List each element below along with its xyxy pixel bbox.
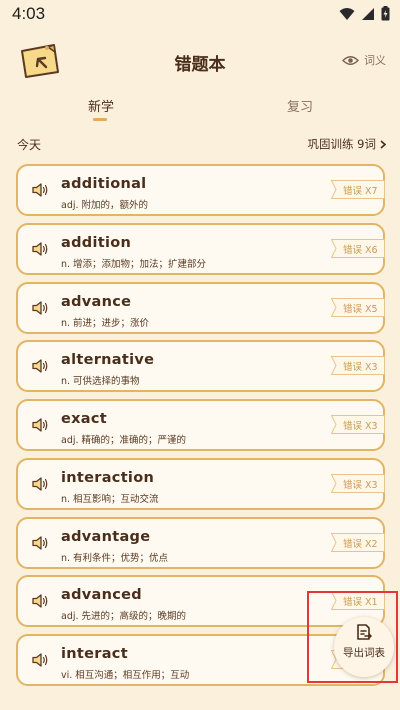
word-text: advantage [61, 528, 151, 545]
word-text: additional [61, 176, 147, 192]
speaker-icon[interactable] [31, 417, 49, 433]
speaker-icon[interactable] [31, 593, 49, 609]
battery-icon [381, 6, 390, 21]
meaning-toggle[interactable]: 词义 [342, 52, 386, 68]
signal-icon [362, 7, 374, 20]
export-label: 导出词表 [343, 647, 385, 659]
speaker-icon[interactable] [31, 241, 49, 257]
date-label: 今天 [17, 138, 42, 152]
error-count-tag: 错误 X7 [331, 180, 385, 199]
word-card[interactable]: addition n. 增添；添加物；加法；扩建部分 错误 X6 [16, 222, 385, 275]
page-title: 错题本 [174, 55, 226, 75]
export-document-icon [357, 624, 372, 640]
wifi-icon [339, 7, 355, 20]
word-card[interactable]: interaction n. 相互影响；互动交流 错误 X3 [16, 457, 385, 510]
speaker-icon[interactable] [31, 535, 49, 551]
word-definition: adj. 精确的；准确的；严谨的 [61, 435, 187, 446]
word-card[interactable]: alternative n. 可供选择的事物 错误 X3 [16, 340, 385, 393]
export-word-list-button[interactable]: 导出词表 [334, 617, 394, 677]
word-definition: n. 可供选择的事物 [61, 376, 140, 388]
word-text: exact [61, 411, 107, 427]
word-text: advance [61, 293, 132, 310]
status-time: 4:03 [12, 4, 46, 23]
speaker-icon[interactable] [31, 476, 49, 492]
word-text: addition [61, 234, 132, 251]
word-card[interactable]: advantage n. 有利条件；优势；优点 错误 X2 [16, 516, 385, 569]
active-tab-indicator [93, 118, 107, 121]
error-count-label: 错误 X3 [343, 479, 378, 491]
chevron-right-icon [380, 139, 386, 149]
error-count-tag: 错误 X3 [331, 473, 385, 493]
word-definition: n. 增添；添加物；加法；扩建部分 [61, 258, 207, 270]
tab-new[interactable]: 新学 [88, 96, 114, 115]
word-card[interactable]: additional adj. 附加的，额外的 错误 X7 [16, 164, 385, 216]
eye-icon [342, 55, 359, 65]
error-count-label: 错误 X7 [343, 186, 378, 197]
word-card[interactable]: exact adj. 精确的；准确的；严谨的 错误 X3 [16, 399, 385, 451]
tab-review[interactable]: 复习 [287, 96, 313, 115]
word-definition: adj. 附加的，额外的 [61, 200, 149, 211]
error-count-tag: 错误 X3 [331, 356, 385, 376]
error-count-label: 错误 X3 [343, 421, 378, 432]
word-text: alternative [61, 352, 155, 369]
word-text: advanced [61, 587, 142, 604]
speaker-icon[interactable] [31, 182, 49, 198]
word-definition: n. 有利条件；优势；优点 [61, 552, 169, 564]
word-definition: vi. 相互沟通；相互作用；互动 [61, 670, 190, 681]
speaker-icon[interactable] [31, 358, 49, 374]
error-count-label: 错误 X6 [343, 244, 378, 256]
header: 错题本 词义 [0, 28, 400, 90]
status-icons [339, 6, 390, 21]
section-header: 今天 巩固训练 9词 [0, 134, 400, 154]
error-count-tag: 错误 X3 [331, 415, 385, 434]
speaker-icon[interactable] [31, 652, 49, 668]
error-count-label: 错误 X3 [343, 362, 378, 374]
tab-bar: 新学 复习 [0, 90, 400, 126]
error-count-tag: 错误 X5 [331, 297, 385, 317]
review-training-link[interactable]: 巩固训练 9词 [308, 136, 386, 152]
status-bar: 4:03 [0, 0, 400, 28]
word-card[interactable]: advance n. 前进；进步；涨价 错误 X5 [16, 281, 385, 334]
error-count-label: 错误 X5 [343, 303, 378, 315]
word-definition: adj. 先进的；高级的；晚期的 [61, 611, 187, 623]
speaker-icon[interactable] [31, 300, 49, 316]
review-training-label: 巩固训练 9词 [307, 137, 376, 151]
word-definition: n. 前进；进步；涨价 [61, 317, 150, 329]
error-count-tag: 错误 X2 [331, 532, 385, 552]
error-count-label: 错误 X2 [343, 538, 378, 550]
error-count-tag: 错误 X6 [331, 238, 385, 258]
word-text: interact [61, 646, 128, 662]
word-text: interaction [61, 469, 155, 486]
meaning-toggle-label: 词义 [364, 54, 386, 67]
word-definition: n. 相互影响；互动交流 [61, 493, 159, 505]
